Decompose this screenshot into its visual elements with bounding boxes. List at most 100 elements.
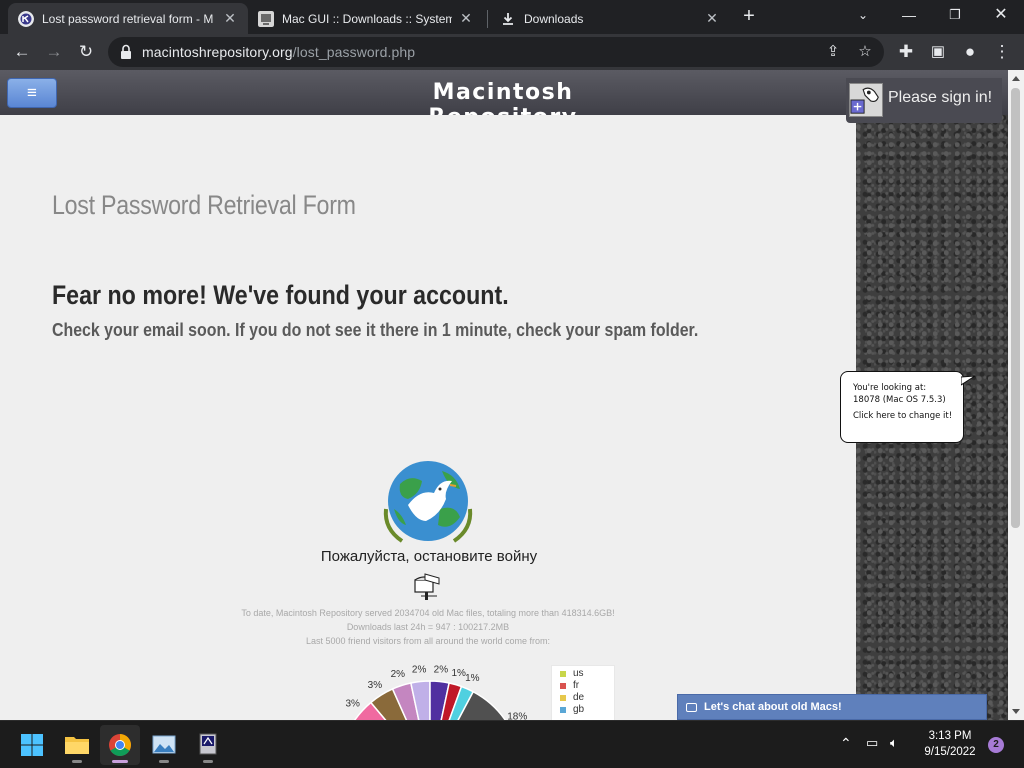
tab-mac-gui-downloads[interactable]: Mac GUI :: Downloads :: System 7 ✕ — [248, 3, 484, 34]
legend-swatch — [560, 707, 566, 713]
tab-title: Mac GUI :: Downloads :: System 7 — [282, 11, 452, 26]
main-content: Lost Password Retrieval Form Fear no mor… — [0, 115, 856, 720]
chrome-app[interactable] — [100, 725, 140, 765]
show-hidden-icons-chevron[interactable]: ⌃ — [840, 735, 852, 752]
success-heading: Fear no more! We've found your account. — [52, 280, 509, 310]
pie-slice-label: 2% — [434, 665, 449, 676]
pie-slice-label: 1% — [451, 668, 466, 679]
running-indicator — [72, 760, 82, 763]
stop-the-war-text: Пожалуйста, остановите войну — [320, 548, 538, 565]
back-button[interactable]: ← — [8, 38, 36, 66]
stats-visitors-heading: Last 5000 friend visitors from all aroun… — [305, 636, 551, 646]
pie-slice-label: 3% — [368, 680, 383, 691]
start-button[interactable] — [12, 725, 52, 765]
mac-user-key-icon — [849, 83, 883, 117]
legend-swatch — [560, 695, 566, 701]
chat-icon — [686, 703, 697, 712]
profile-avatar-icon[interactable]: ● — [956, 38, 984, 66]
share-icon[interactable]: ⇪ — [824, 43, 842, 61]
clock-date: 9/15/2022 — [924, 746, 976, 758]
url-host: macintoshrepository.org — [142, 44, 293, 60]
chat-label: Let's chat about old Macs! — [704, 701, 842, 713]
extensions-puzzle-icon[interactable]: ✚ — [892, 38, 920, 66]
bubble-change-link[interactable]: Click here to change it! — [853, 410, 963, 422]
tab-title: Downloads — [524, 11, 584, 26]
running-indicator — [203, 760, 213, 763]
peace-dove-globe-icon[interactable] — [380, 459, 476, 547]
folder-icon — [65, 737, 89, 754]
tab-title: Lost password retrieval form - M — [42, 11, 214, 26]
page-viewport: ≡ Macintosh Repository Lost Password Ret… — [0, 70, 1008, 720]
image-viewer-icon — [152, 735, 176, 754]
pie-slice-label: 3% — [345, 698, 360, 709]
close-tab-icon[interactable]: ✕ — [704, 10, 720, 27]
pie-slice-label: 2% — [391, 669, 406, 680]
emulator-app[interactable] — [188, 725, 228, 765]
page-title: Lost Password Retrieval Form — [52, 190, 356, 220]
speech-bubble-tail — [961, 376, 975, 386]
legend-label: us — [573, 668, 584, 679]
stats-downloads-24h: Downloads last 24h = 947 : 100217.2MB — [346, 622, 510, 632]
minimize-button[interactable]: — — [886, 0, 932, 32]
pie-slice-label: 1% — [465, 673, 480, 684]
pie-slice-label: 2% — [412, 665, 427, 676]
success-subheading: Check your email soon. If you do not see… — [52, 319, 699, 340]
network-icon[interactable]: ▭ — [866, 735, 878, 751]
scrollbar-thumb[interactable] — [1011, 88, 1020, 528]
close-window-button[interactable]: ✕ — [978, 0, 1024, 32]
browser-tab-strip: Lost password retrieval form - M ✕ Mac G… — [0, 0, 1024, 34]
tab-search-icon[interactable]: ⌄ — [840, 0, 886, 32]
os-version-bubble[interactable]: You're looking at: 18078 (Mac OS 7.5.3) … — [840, 371, 975, 443]
address-bar[interactable]: macintoshrepository.org/lost_password.ph… — [108, 37, 884, 67]
url-text: macintoshrepository.org/lost_password.ph… — [142, 44, 415, 60]
close-tab-icon[interactable]: ✕ — [222, 10, 238, 27]
reload-button[interactable]: ↻ — [72, 38, 100, 66]
legend-label: de — [573, 692, 585, 703]
scroll-up-arrow[interactable] — [1012, 76, 1020, 81]
mac-mailbox-icon — [414, 573, 440, 600]
chrome-menu-icon[interactable]: ⋮ — [988, 38, 1016, 66]
tab-separator — [487, 10, 488, 28]
mac-emulator-icon — [199, 733, 217, 755]
new-tab-button[interactable]: + — [738, 6, 760, 28]
pie-legend: us fr de gb — [551, 665, 615, 720]
tab-downloads[interactable]: Downloads ✕ — [490, 3, 730, 34]
browser-toolbar: ← → ↻ macintoshrepository.org/lost_passw… — [0, 34, 1024, 70]
lock-icon — [121, 44, 131, 59]
chrome-icon — [109, 734, 131, 756]
running-indicator — [159, 760, 169, 763]
legend-label: fr — [573, 680, 580, 691]
sign-in-panel[interactable]: Please sign in! — [846, 78, 1002, 123]
url-path: /lost_password.php — [292, 44, 416, 60]
windows-logo-icon — [21, 734, 43, 756]
bubble-line-2: 18078 (Mac OS 7.5.3) — [853, 395, 946, 405]
sign-in-label[interactable]: Please sign in! — [888, 89, 992, 107]
running-indicator — [112, 760, 128, 763]
tab-lost-password[interactable]: Lost password retrieval form - M ✕ — [8, 3, 248, 34]
chat-bar[interactable]: Let's chat about old Macs! — [677, 694, 987, 720]
photos-app[interactable] — [144, 725, 184, 765]
stats-served: To date, Macintosh Repository served 203… — [241, 608, 615, 618]
windows-taskbar: ⌃ ▭ 🔈︎ 3:13 PM 9/15/2022 2 — [0, 720, 1024, 768]
page-scrollbar[interactable] — [1008, 70, 1024, 720]
file-explorer-app[interactable] — [57, 725, 97, 765]
close-tab-icon[interactable]: ✕ — [458, 10, 474, 27]
mac-gui-favicon — [258, 10, 274, 27]
forward-button[interactable]: → — [40, 38, 68, 66]
legend-swatch — [560, 683, 566, 689]
system-clock[interactable]: 3:13 PM 9/15/2022 — [916, 728, 984, 760]
side-panel-icon[interactable]: ▣ — [924, 38, 952, 66]
volume-icon[interactable]: 🔈︎ — [890, 735, 898, 751]
macintosh-repository-favicon — [18, 10, 34, 27]
legend-label: gb — [573, 704, 585, 715]
pie-slice-label: 18% — [507, 711, 527, 720]
download-icon — [503, 12, 513, 25]
legend-swatch — [560, 671, 566, 677]
notification-badge[interactable]: 2 — [988, 737, 1004, 753]
hamburger-menu-button[interactable]: ≡ — [7, 78, 57, 108]
restore-button[interactable]: ❐ — [932, 0, 978, 32]
clock-time: 3:13 PM — [928, 730, 972, 742]
scroll-down-arrow[interactable] — [1012, 709, 1020, 714]
bookmark-star-icon[interactable]: ☆ — [856, 43, 874, 61]
bubble-line-1: You're looking at: — [853, 383, 927, 393]
